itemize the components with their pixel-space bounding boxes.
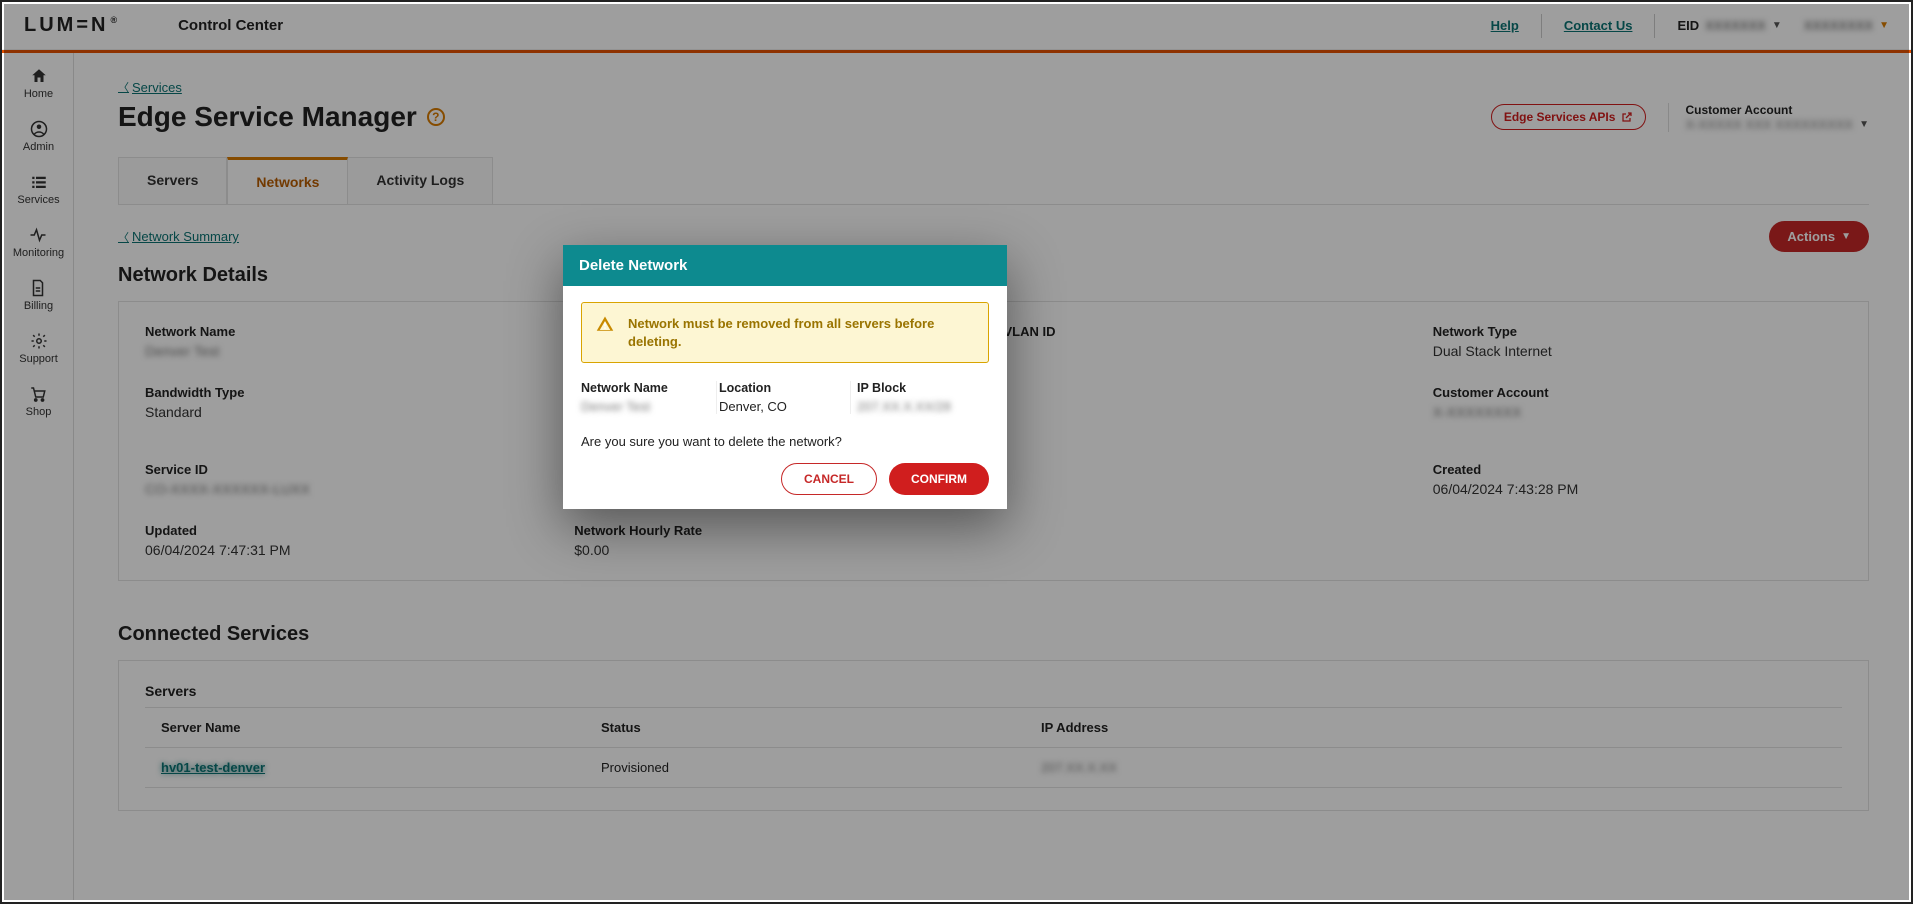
warning-text: Network must be removed from all servers… [628, 315, 974, 350]
modal-field-label: IP Block [857, 381, 989, 395]
cancel-button[interactable]: CANCEL [781, 463, 877, 495]
delete-network-modal: Delete Network Network must be removed f… [563, 245, 1007, 509]
modal-network-name: Denver Test [581, 399, 713, 414]
modal-field-label: Location [719, 381, 851, 395]
modal-location: Denver, CO [719, 399, 851, 414]
warning-banner: Network must be removed from all servers… [581, 302, 989, 363]
modal-question: Are you sure you want to delete the netw… [581, 434, 989, 449]
modal-footer: CANCEL CONFIRM [563, 463, 1007, 509]
modal-body: Network must be removed from all servers… [563, 286, 1007, 463]
modal-ip-block: 207.XX.X.XX/28 [857, 399, 989, 414]
modal-field-label: Network Name [581, 381, 713, 395]
confirm-button[interactable]: CONFIRM [889, 463, 989, 495]
warning-icon [596, 315, 614, 333]
modal-title: Delete Network [563, 245, 1007, 286]
